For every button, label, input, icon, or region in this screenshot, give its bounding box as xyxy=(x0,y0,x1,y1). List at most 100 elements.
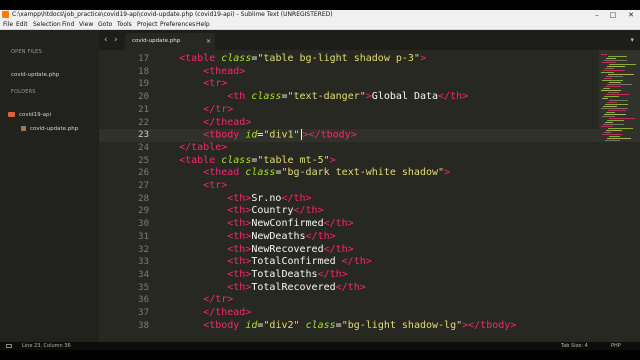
minimap-line xyxy=(606,112,615,113)
sidebar: OPEN FILES covid-update.php FOLDERS covi… xyxy=(0,30,99,342)
line-number: 19 xyxy=(138,79,149,90)
menu-project[interactable]: Project xyxy=(137,20,158,29)
code-token: "table mt-5" xyxy=(257,154,330,166)
menu-help[interactable]: Help xyxy=(196,20,210,29)
minimap-line xyxy=(608,56,627,57)
line-number: 38 xyxy=(138,320,149,331)
code-line[interactable]: <th>NewRecovered</th> xyxy=(155,244,353,257)
line-number: 21 xyxy=(138,104,149,115)
code-line[interactable]: <tbody id="div2" class="bg-light shadow-… xyxy=(155,320,516,333)
minimap-line xyxy=(605,104,628,105)
code-line[interactable]: </tr> xyxy=(155,104,233,117)
code-token: </tr> xyxy=(203,294,234,306)
tab-close-icon[interactable]: × xyxy=(206,33,211,50)
code-line[interactable]: <th>TotalConfirmed </th> xyxy=(155,256,372,269)
code-line[interactable]: <th>TotalRecovered</th> xyxy=(155,282,366,295)
menu-selection[interactable]: Selection xyxy=(33,20,61,29)
line-number: 20 xyxy=(138,92,149,103)
tab-back-arrow-icon[interactable]: ‹ xyxy=(104,30,108,50)
code-line[interactable]: <th>Sr.no</th> xyxy=(155,193,311,206)
line-number: 29 xyxy=(138,206,149,217)
minimap-line xyxy=(603,70,625,71)
minimap[interactable] xyxy=(599,50,640,342)
code-token: class xyxy=(221,154,252,166)
code-line[interactable]: <th class="text-danger">Global Data</th> xyxy=(155,91,468,104)
code-token: id xyxy=(245,129,258,141)
line-number: 31 xyxy=(138,231,149,242)
syntax-selector[interactable]: PHP xyxy=(611,342,621,350)
line-number: 24 xyxy=(138,142,149,153)
minimap-line xyxy=(604,96,619,97)
menu-view[interactable]: View xyxy=(79,20,93,29)
code-token: <thead> xyxy=(203,65,246,77)
code-token: Global Data xyxy=(371,91,439,103)
minimap-line xyxy=(609,118,635,119)
code-token: <thead xyxy=(203,167,246,179)
code-token: id xyxy=(245,319,258,331)
code-line[interactable]: <thead class="bg-dark text-white shadow"… xyxy=(155,167,450,180)
sidebar-folder-covid19-api[interactable]: covid19-api xyxy=(8,112,51,118)
tab-forward-arrow-icon[interactable]: › xyxy=(114,30,118,50)
code-token: <th> xyxy=(227,268,252,280)
code-line[interactable]: <table class="table mt-5"> xyxy=(155,155,336,168)
code-token: </th> xyxy=(323,218,354,230)
code-line[interactable]: </tr> xyxy=(155,294,233,307)
menu-preferences[interactable]: Preferences xyxy=(160,20,195,29)
code-line[interactable]: <th>TotalDeaths</th> xyxy=(155,268,347,282)
code-token: <th> xyxy=(227,230,252,242)
minimize-button[interactable]: – xyxy=(590,10,604,20)
tab-list-dropdown-icon[interactable]: ▾ xyxy=(630,30,634,50)
code-token: NewConfirmed xyxy=(251,218,324,230)
code-token: Country xyxy=(251,205,294,217)
menu-edit[interactable]: Edit xyxy=(16,20,28,29)
minimap-line xyxy=(608,110,626,111)
menu-file[interactable]: File xyxy=(3,20,13,29)
code-editor[interactable]: 17 18 19 20 21 22 23 24 25 26 27 28 29 30 31 32 33 34 35 36… xyxy=(99,50,599,342)
code-token: <tr> xyxy=(203,78,228,90)
code-line[interactable]: </thead> xyxy=(155,307,251,320)
minimap-line xyxy=(601,90,621,91)
panel-toggle-icon[interactable] xyxy=(6,344,12,348)
code-token: <tbody xyxy=(203,129,246,141)
status-bar: Line 23, Column 36 Tab Size: 4 PHP xyxy=(0,342,640,350)
code-token: "div2" xyxy=(263,319,300,331)
maximize-button[interactable]: □ xyxy=(606,10,620,20)
sidebar-open-file[interactable]: covid-update.php xyxy=(11,72,59,78)
code-token: class xyxy=(251,91,282,103)
menu-tools[interactable]: Tools xyxy=(117,20,132,29)
line-number: 27 xyxy=(138,181,149,191)
menu-find[interactable]: Find xyxy=(62,20,74,29)
close-window-button[interactable]: ✕ xyxy=(624,10,638,20)
code-line[interactable]: <table class="table bg-light shadow p-3"… xyxy=(155,53,426,66)
code-line[interactable]: <th>NewDeaths</th> xyxy=(155,230,335,244)
code-token: > xyxy=(329,154,336,166)
code-line[interactable]: <tbody id="div1" ></tbody> xyxy=(155,129,357,142)
minimap-line xyxy=(604,60,627,61)
minimap-line xyxy=(607,138,631,139)
code-line[interactable]: <thead> xyxy=(155,66,245,79)
minimap-line xyxy=(605,68,614,69)
code-line[interactable]: </thead> xyxy=(155,117,251,130)
tab-covid-update[interactable]: covid-update.php × xyxy=(125,33,215,50)
code-line[interactable]: </table> xyxy=(155,142,227,155)
code-line[interactable]: <tr> xyxy=(155,78,227,91)
text-cursor xyxy=(300,129,302,141)
code-line[interactable]: <th>Country</th> xyxy=(155,205,323,218)
sidebar-folder-file[interactable]: covid-update.php xyxy=(21,126,78,132)
code-line[interactable]: <tr> xyxy=(155,180,227,193)
line-number: 30 xyxy=(138,219,149,230)
sublime-app-icon xyxy=(2,11,9,18)
code-token: </tr> xyxy=(203,103,234,115)
tab-size-selector[interactable]: Tab Size: 4 xyxy=(561,342,588,350)
menu-goto[interactable]: Goto xyxy=(98,20,112,29)
code-line[interactable]: <th>NewConfirmed</th> xyxy=(155,218,354,231)
minimap-line xyxy=(607,84,632,85)
code-token: <table xyxy=(179,154,222,166)
code-token: </table> xyxy=(179,141,228,153)
